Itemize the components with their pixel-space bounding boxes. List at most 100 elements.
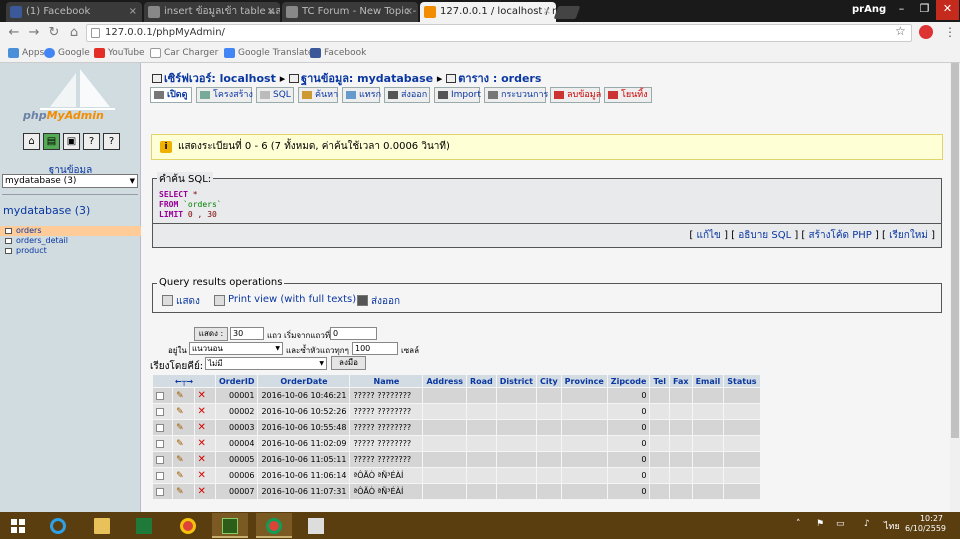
cell-province[interactable] xyxy=(561,420,607,435)
cell-name[interactable]: ????? ???????? xyxy=(350,420,423,435)
cell-tel[interactable] xyxy=(650,420,670,435)
cell-orderdate[interactable]: 2016-10-06 10:52:26 xyxy=(258,404,350,419)
column-header[interactable]: Name xyxy=(350,375,423,387)
cell-district[interactable] xyxy=(496,420,536,435)
window-close-icon[interactable]: ✕ xyxy=(936,0,959,20)
edit-icon[interactable]: ✎ xyxy=(176,407,185,417)
mode-select[interactable]: แนวนอน ▼ xyxy=(189,342,283,355)
query-window-icon[interactable]: ▣ xyxy=(63,133,80,150)
browser-tab-phpmyadmin[interactable]: 127.0.0.1 / localhost / my × xyxy=(420,2,556,22)
minimize-icon[interactable]: – xyxy=(890,0,913,20)
cell-province[interactable] xyxy=(561,452,607,467)
cell-district[interactable] xyxy=(496,452,536,467)
cell-road[interactable] xyxy=(466,452,496,467)
column-header[interactable]: Email xyxy=(692,375,724,387)
close-icon[interactable]: × xyxy=(405,2,413,22)
checkbox[interactable] xyxy=(156,407,164,416)
cell-address[interactable] xyxy=(423,452,466,467)
cell-zipcode[interactable]: 0 xyxy=(607,420,650,435)
cell-zipcode[interactable]: 0 xyxy=(607,388,650,403)
cell-fax[interactable] xyxy=(670,404,692,419)
bookmark-google[interactable]: Google xyxy=(44,46,90,60)
cell-city[interactable] xyxy=(537,436,561,451)
checkbox[interactable] xyxy=(156,487,164,496)
edit-icon[interactable]: ✎ xyxy=(176,391,185,401)
cell-tel[interactable] xyxy=(650,436,670,451)
tab-insert[interactable]: แทรก xyxy=(342,87,381,103)
cell-address[interactable] xyxy=(423,468,466,483)
maximize-icon[interactable]: ❐ xyxy=(913,0,936,20)
row-select[interactable] xyxy=(153,452,173,467)
column-header[interactable]: Fax xyxy=(670,375,692,387)
cell-email[interactable] xyxy=(692,420,724,435)
profile-name[interactable]: prAng xyxy=(852,1,886,19)
column-header[interactable]: District xyxy=(496,375,536,387)
edit-icon[interactable]: ✎ xyxy=(176,471,185,481)
checkbox[interactable] xyxy=(156,423,164,432)
checkbox[interactable] xyxy=(156,391,164,400)
php-code-link[interactable]: สร้างโค้ด PHP xyxy=(808,230,871,241)
cell-tel[interactable] xyxy=(650,452,670,467)
export-link[interactable]: ส่งออก xyxy=(357,294,400,309)
volume-icon[interactable]: ♪ xyxy=(864,519,870,529)
bookmark-apps[interactable]: Apps xyxy=(8,46,44,60)
tab-empty[interactable]: ลบข้อมูล xyxy=(550,87,601,103)
cell-orderdate[interactable]: 2016-10-06 10:46:21 xyxy=(258,388,350,403)
cell-tel[interactable] xyxy=(650,468,670,483)
sql-query-icon[interactable]: ▤ xyxy=(43,133,60,150)
cell-orderdate[interactable]: 2016-10-06 11:07:31 xyxy=(258,484,350,499)
cell-name[interactable]: ????? ???????? xyxy=(350,436,423,451)
edit-icon[interactable]: ✎ xyxy=(176,487,185,497)
cell-orderid[interactable]: 00007 xyxy=(216,484,258,499)
cell-tel[interactable] xyxy=(650,484,670,499)
taskbar-dreamweaver[interactable] xyxy=(212,513,248,538)
cell-status[interactable] xyxy=(724,420,760,435)
database-select[interactable]: mydatabase (3) ▼ xyxy=(2,174,138,188)
delete-icon[interactable]: ✕ xyxy=(198,407,207,417)
cell-orderid[interactable]: 00002 xyxy=(216,404,258,419)
cell-zipcode[interactable]: 0 xyxy=(607,436,650,451)
delete-icon[interactable]: ✕ xyxy=(198,439,207,449)
delete-icon[interactable]: ✕ xyxy=(198,455,207,465)
cell-city[interactable] xyxy=(537,484,561,499)
cell-name[interactable]: ªÔÃÒ ªÑ³ÉÀÍ xyxy=(350,468,423,483)
show-button[interactable]: แสดง : xyxy=(194,327,228,341)
column-header[interactable]: OrderDate xyxy=(258,375,350,387)
cell-city[interactable] xyxy=(537,388,561,403)
cell-name[interactable]: ????? ???????? xyxy=(350,452,423,467)
cell-orderdate[interactable]: 2016-10-06 11:05:11 xyxy=(258,452,350,467)
tab-search[interactable]: ค้นหา xyxy=(298,87,338,103)
address-bar[interactable]: 127.0.0.1/phpMyAdmin/ xyxy=(86,24,912,42)
cell-road[interactable] xyxy=(466,468,496,483)
browser-tab-tcforum[interactable]: TC Forum - New Topic - × xyxy=(282,2,418,22)
column-header[interactable]: OrderID xyxy=(216,375,258,387)
breadcrumb-table[interactable]: ตาราง : orders xyxy=(458,72,541,85)
taskbar-app[interactable] xyxy=(298,513,334,538)
cell-status[interactable] xyxy=(724,484,760,499)
row-select[interactable] xyxy=(153,404,173,419)
cell-province[interactable] xyxy=(561,404,607,419)
cell-name[interactable]: ????? ???????? xyxy=(350,404,423,419)
cell-road[interactable] xyxy=(466,420,496,435)
cell-address[interactable] xyxy=(423,436,466,451)
delete-icon[interactable]: ✕ xyxy=(198,391,207,401)
cell-city[interactable] xyxy=(537,452,561,467)
taskbar-chrome[interactable] xyxy=(170,513,206,538)
cell-orderdate[interactable]: 2016-10-06 11:02:09 xyxy=(258,436,350,451)
row-select[interactable] xyxy=(153,468,173,483)
back-icon[interactable]: ← xyxy=(6,25,22,41)
browser-menu-icon[interactable]: ⋮ xyxy=(944,25,956,39)
show-link[interactable]: แสดง xyxy=(162,294,200,309)
forward-icon[interactable]: → xyxy=(26,25,42,41)
column-header[interactable]: City xyxy=(537,375,561,387)
go-button[interactable]: ลงมือ xyxy=(331,356,366,370)
cell-orderid[interactable]: 00003 xyxy=(216,420,258,435)
checkbox[interactable] xyxy=(156,455,164,464)
bookmark-youtube[interactable]: YouTube xyxy=(94,46,145,60)
close-icon[interactable]: × xyxy=(267,2,275,22)
repeat-input[interactable]: 100 xyxy=(352,342,398,355)
tab-browse[interactable]: เปิดดู xyxy=(150,87,192,103)
cell-district[interactable] xyxy=(496,388,536,403)
browser-tab-facebook[interactable]: (1) Facebook × xyxy=(6,2,142,22)
reload-icon[interactable]: ↻ xyxy=(46,25,62,41)
